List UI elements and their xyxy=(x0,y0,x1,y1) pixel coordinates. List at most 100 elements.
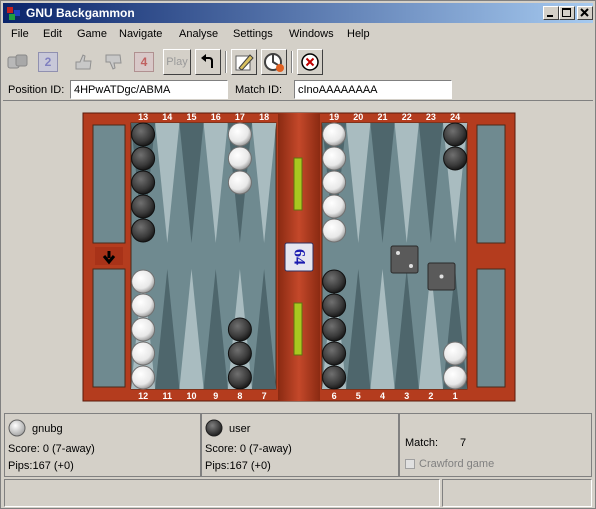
black-checker[interactable] xyxy=(322,317,347,342)
white-checker[interactable] xyxy=(443,341,468,366)
left-tray-bottom xyxy=(92,268,126,388)
doubling-cube-value: 64 xyxy=(291,249,308,265)
menu-file[interactable]: File xyxy=(11,28,29,40)
die-2[interactable] xyxy=(427,262,456,291)
white-checker[interactable] xyxy=(322,194,347,219)
black-checker[interactable] xyxy=(131,218,156,243)
black-checker[interactable] xyxy=(443,122,468,147)
white-checker[interactable] xyxy=(131,341,156,366)
thumbs-up-icon xyxy=(75,54,92,70)
white-checker[interactable] xyxy=(131,365,156,390)
play-button[interactable]: Play xyxy=(163,49,191,75)
black-checker[interactable] xyxy=(322,293,347,318)
stop-button[interactable] xyxy=(297,49,323,75)
point-label: 13 xyxy=(138,112,148,122)
drop-button[interactable] xyxy=(101,49,127,75)
toolbar: 2 4 Play xyxy=(3,47,593,77)
black-checker[interactable] xyxy=(131,170,156,195)
menu-windows[interactable]: Windows xyxy=(289,28,334,40)
point-label: 23 xyxy=(426,112,436,122)
play-label: Play xyxy=(166,56,188,68)
maximize-icon xyxy=(562,8,571,17)
black-checker[interactable] xyxy=(443,146,468,171)
board-area: 13 12 14 11 15 10 16 9 17 8 18 7 19 6 20 5 21 4 22 3 23 2 24 1 … xyxy=(3,103,593,409)
menu-game[interactable]: Game xyxy=(77,28,107,40)
menu-help[interactable]: Help xyxy=(347,28,370,40)
player-panel-gnubg: gnubg Score: 0 (7-away) Pips:167 (+0) xyxy=(4,413,201,477)
menu-navigate[interactable]: Navigate xyxy=(119,28,162,40)
menu-analyse[interactable]: Analyse xyxy=(179,28,218,40)
white-checker[interactable] xyxy=(322,218,347,243)
bar-hinge-bottom xyxy=(293,302,303,356)
white-checker[interactable] xyxy=(131,293,156,318)
black-checker[interactable] xyxy=(131,146,156,171)
crawford-label: Crawford game xyxy=(419,458,495,470)
close-button[interactable] xyxy=(577,6,593,20)
double-button[interactable]: 2 xyxy=(35,49,61,75)
point-label: 2 xyxy=(428,391,433,401)
player-score: Score: 0 (7-away) xyxy=(8,443,95,455)
black-checker[interactable] xyxy=(322,341,347,366)
point-label: 14 xyxy=(162,112,172,122)
black-checker[interactable] xyxy=(131,194,156,219)
edit-pencil-icon xyxy=(235,54,254,71)
black-checker[interactable] xyxy=(322,269,347,294)
point-label: 6 xyxy=(332,391,337,401)
point-label: 16 xyxy=(211,112,221,122)
menu-settings[interactable]: Settings xyxy=(233,28,273,40)
point-label: 3 xyxy=(404,391,409,401)
roll-dice-button[interactable] xyxy=(5,49,31,75)
point-label: 5 xyxy=(356,391,361,401)
main-window: GNU Backgammon File Edit Game Navigate A… xyxy=(0,0,596,509)
die-1[interactable] xyxy=(390,245,419,274)
menu-edit[interactable]: Edit xyxy=(43,28,62,40)
player-pips: Pips:167 (+0) xyxy=(205,460,271,472)
app-icon xyxy=(7,7,20,20)
cube-value-label: 4 xyxy=(140,55,148,69)
take-button[interactable] xyxy=(71,49,97,75)
white-checker[interactable] xyxy=(443,365,468,390)
id-bar: Position ID: 4HPwATDgc/ABMA Match ID: cI… xyxy=(3,79,593,101)
minimize-button[interactable] xyxy=(543,6,559,20)
position-id-field[interactable]: 4HPwATDgc/ABMA xyxy=(70,80,228,99)
maximize-button[interactable] xyxy=(559,6,575,20)
backgammon-board[interactable]: 131214111510169178187196205214223232241 … xyxy=(3,103,593,409)
match-length-label: Match: xyxy=(405,437,439,449)
edit-position-button[interactable] xyxy=(231,49,257,75)
bar-hinge-top xyxy=(293,157,303,211)
player-score: Score: 0 (7-away) xyxy=(205,443,292,455)
white-checker-icon xyxy=(8,419,26,437)
black-checker[interactable] xyxy=(322,365,347,390)
resign-button[interactable] xyxy=(261,49,287,75)
white-checker[interactable] xyxy=(322,170,347,195)
white-checker[interactable] xyxy=(227,170,252,195)
white-checker[interactable] xyxy=(322,122,347,147)
title-bar[interactable]: GNU Backgammon xyxy=(3,3,593,23)
point-label: 17 xyxy=(235,112,245,122)
match-panel: Match: 7 Crawford game xyxy=(399,413,592,477)
white-checker[interactable] xyxy=(322,146,347,171)
status-bar-progress xyxy=(442,479,592,507)
undo-button[interactable] xyxy=(195,49,221,75)
white-checker[interactable] xyxy=(227,146,252,171)
crawford-checkbox[interactable] xyxy=(405,459,415,469)
point-label: 10 xyxy=(186,391,196,401)
white-checker[interactable] xyxy=(131,317,156,342)
point-label: 18 xyxy=(259,112,269,122)
redouble-button[interactable]: 4 xyxy=(131,49,157,75)
black-checker[interactable] xyxy=(227,341,252,366)
player-panel-user: user Score: 0 (7-away) Pips:167 (+0) xyxy=(201,413,399,477)
white-checker[interactable] xyxy=(227,122,252,147)
black-checker[interactable] xyxy=(227,365,252,390)
doubling-cube[interactable]: 64 xyxy=(284,242,314,272)
left-tray-top xyxy=(92,124,126,244)
point-label: 4 xyxy=(380,391,385,401)
match-length-value: 7 xyxy=(460,437,467,449)
black-checker[interactable] xyxy=(131,122,156,147)
white-checker[interactable] xyxy=(131,269,156,294)
black-checker[interactable] xyxy=(227,317,252,342)
point-label: 22 xyxy=(402,112,412,122)
match-id-field[interactable]: cInoAAAAAAAA xyxy=(294,80,452,99)
player-pips: Pips:167 (+0) xyxy=(8,460,74,472)
undo-arrow-icon xyxy=(201,54,213,68)
